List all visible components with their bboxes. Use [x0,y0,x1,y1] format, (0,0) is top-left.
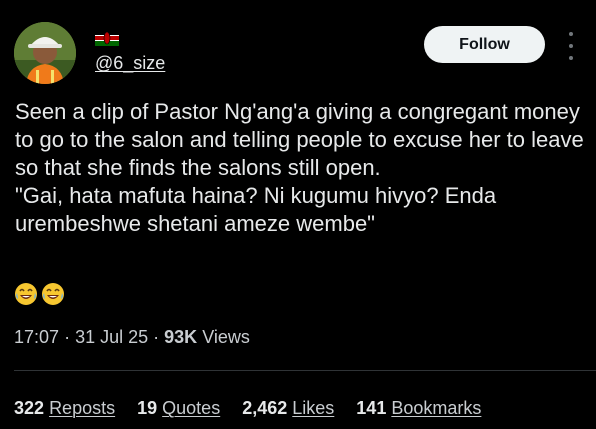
laughing-crying-emoji-icon [15,283,64,305]
engagement-stats: 322 Reposts 19 Quotes 2,462 Likes 141 Bo… [14,398,481,419]
reposts-label: Reposts [49,398,116,418]
follow-button[interactable]: Follow [424,26,545,63]
emoji-row [14,282,66,306]
likes-stat[interactable]: 2,462 Likes [242,398,334,419]
post-text: Seen a clip of Pastor Ng'ang'a giving a … [15,99,584,236]
likes-count: 2,462 [242,398,288,418]
views-label: Views [202,327,250,347]
quotes-label: Quotes [162,398,221,418]
bookmarks-stat[interactable]: 141 Bookmarks [356,398,481,419]
reposts-count: 322 [14,398,45,418]
more-vertical-icon[interactable] [566,32,576,60]
quotes-stat[interactable]: 19 Quotes [137,398,220,419]
bookmarks-label: Bookmarks [391,398,482,418]
meta-separator: · [64,327,76,347]
kenya-flag-icon [95,30,119,46]
author-handle[interactable]: @6_size [95,53,165,74]
post-time[interactable]: 17:07 [14,327,59,347]
divider [14,370,596,371]
avatar[interactable] [14,22,76,84]
views-count: 93K [164,327,198,347]
reposts-stat[interactable]: 322 Reposts [14,398,115,419]
meta-separator: · [153,327,165,347]
likes-label: Likes [292,398,335,418]
post-date[interactable]: 31 Jul 25 [75,327,148,347]
quotes-count: 19 [137,398,158,418]
bookmarks-count: 141 [356,398,387,418]
post-meta: 17:07 · 31 Jul 25 · 93K Views [14,327,250,348]
avatar-image [14,22,76,84]
